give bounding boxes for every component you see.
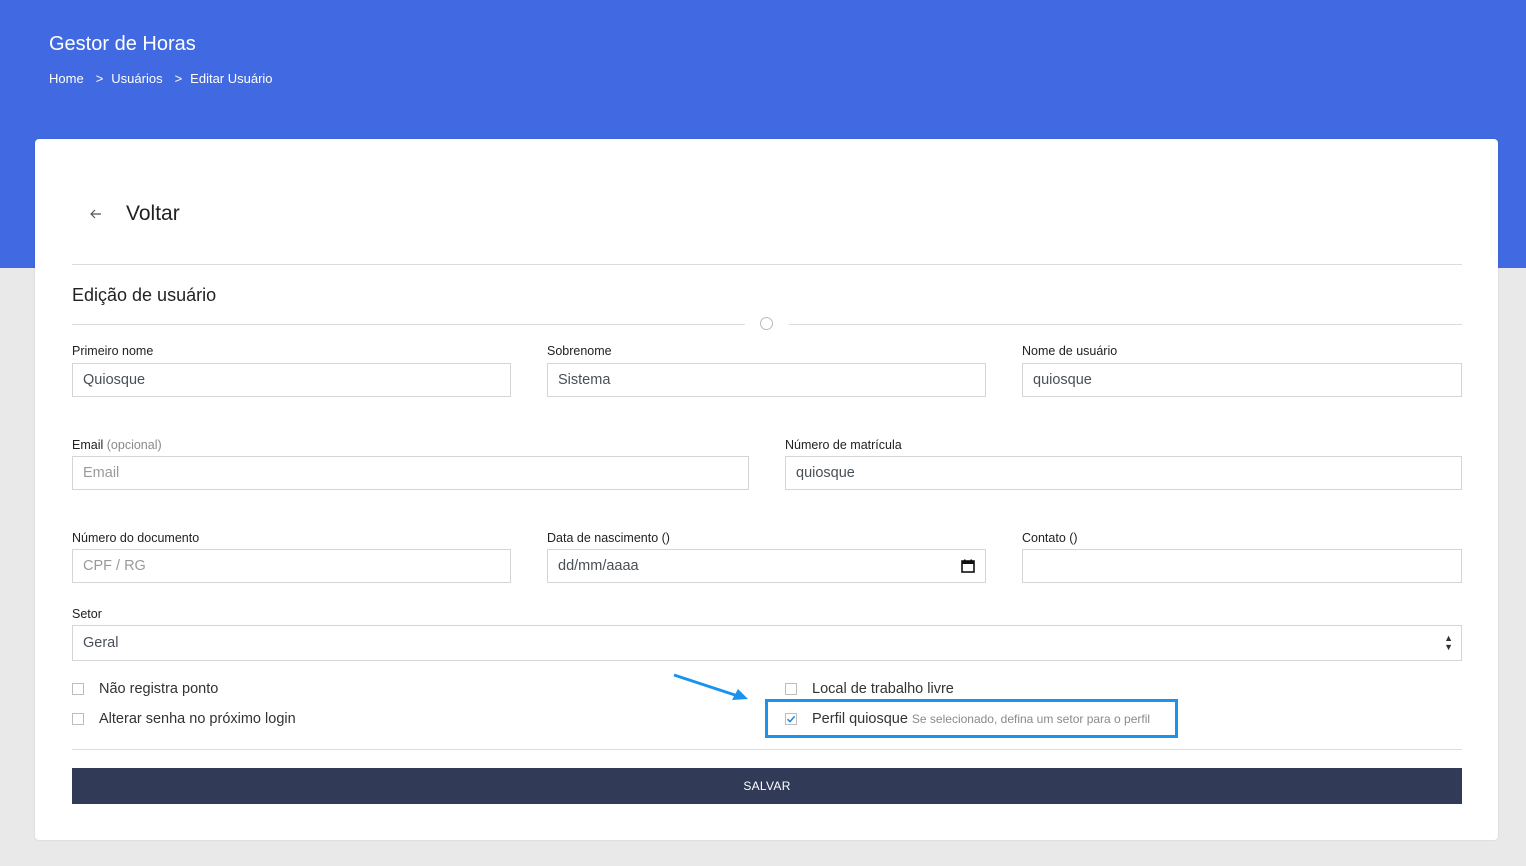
checkbox-box[interactable] — [785, 683, 797, 695]
divider — [789, 324, 1462, 325]
breadcrumb: Home > Usuários > Editar Usuário — [49, 71, 273, 86]
checkbox-box[interactable] — [72, 683, 84, 695]
username-input[interactable] — [1022, 363, 1462, 397]
document-label: Número do documento — [72, 531, 200, 545]
free-workplace-checkbox[interactable]: Local de trabalho livre — [785, 681, 954, 697]
calendar-icon[interactable] — [961, 559, 975, 573]
first-name-label: Primeiro nome — [72, 344, 154, 358]
change-password-label: Alterar senha no próximo login — [99, 711, 296, 727]
first-name-input[interactable] — [72, 363, 511, 397]
breadcrumb-home[interactable]: Home — [49, 71, 84, 86]
registration-label: Número de matrícula — [785, 438, 902, 452]
birth-date-placeholder: dd/mm/aaaa — [558, 558, 639, 574]
back-label: Voltar — [126, 202, 180, 225]
registration-input[interactable] — [785, 456, 1462, 490]
birth-date-label: Data de nascimento () — [547, 531, 670, 545]
app-title: Gestor de Horas — [49, 33, 196, 55]
highlight-box — [765, 699, 1178, 738]
save-button[interactable]: SALVAR — [72, 768, 1462, 804]
username-label: Nome de usuário — [1022, 344, 1118, 358]
no-clock-checkbox[interactable]: Não registra ponto — [72, 681, 218, 697]
breadcrumb-separator: > — [95, 71, 104, 86]
birth-date-input[interactable]: dd/mm/aaaa — [547, 549, 986, 583]
sector-selected-value: Geral — [83, 635, 119, 651]
arrow-left-icon — [90, 209, 101, 219]
divider — [72, 749, 1462, 750]
annotation-arrow-icon — [673, 673, 748, 700]
loading-indicator — [760, 317, 773, 330]
breadcrumb-separator: > — [174, 71, 183, 86]
email-label: Email (opcional) — [72, 438, 162, 452]
section-title: Edição de usuário — [72, 285, 217, 305]
checkbox-box[interactable] — [72, 713, 84, 725]
free-workplace-label: Local de trabalho livre — [812, 681, 954, 697]
divider — [72, 324, 745, 325]
email-input[interactable] — [72, 456, 749, 490]
last-name-input[interactable] — [547, 363, 986, 397]
contact-label: Contato () — [1022, 531, 1078, 545]
contact-input[interactable] — [1022, 549, 1462, 583]
sector-select[interactable]: Geral ▲ ▼ — [72, 625, 1462, 661]
email-label-text: Email — [72, 438, 104, 452]
divider — [72, 264, 1462, 265]
select-arrows-icon: ▲ ▼ — [1444, 633, 1453, 652]
no-clock-label: Não registra ponto — [99, 681, 219, 697]
breadcrumb-edit-user: Editar Usuário — [190, 71, 273, 86]
sector-label: Setor — [72, 607, 102, 621]
change-password-checkbox[interactable]: Alterar senha no próximo login — [72, 711, 296, 727]
document-input[interactable] — [72, 549, 511, 583]
back-button[interactable]: Voltar — [88, 202, 180, 226]
breadcrumb-users[interactable]: Usuários — [111, 71, 162, 86]
email-optional-hint: (opcional) — [106, 438, 162, 452]
last-name-label: Sobrenome — [547, 344, 612, 358]
